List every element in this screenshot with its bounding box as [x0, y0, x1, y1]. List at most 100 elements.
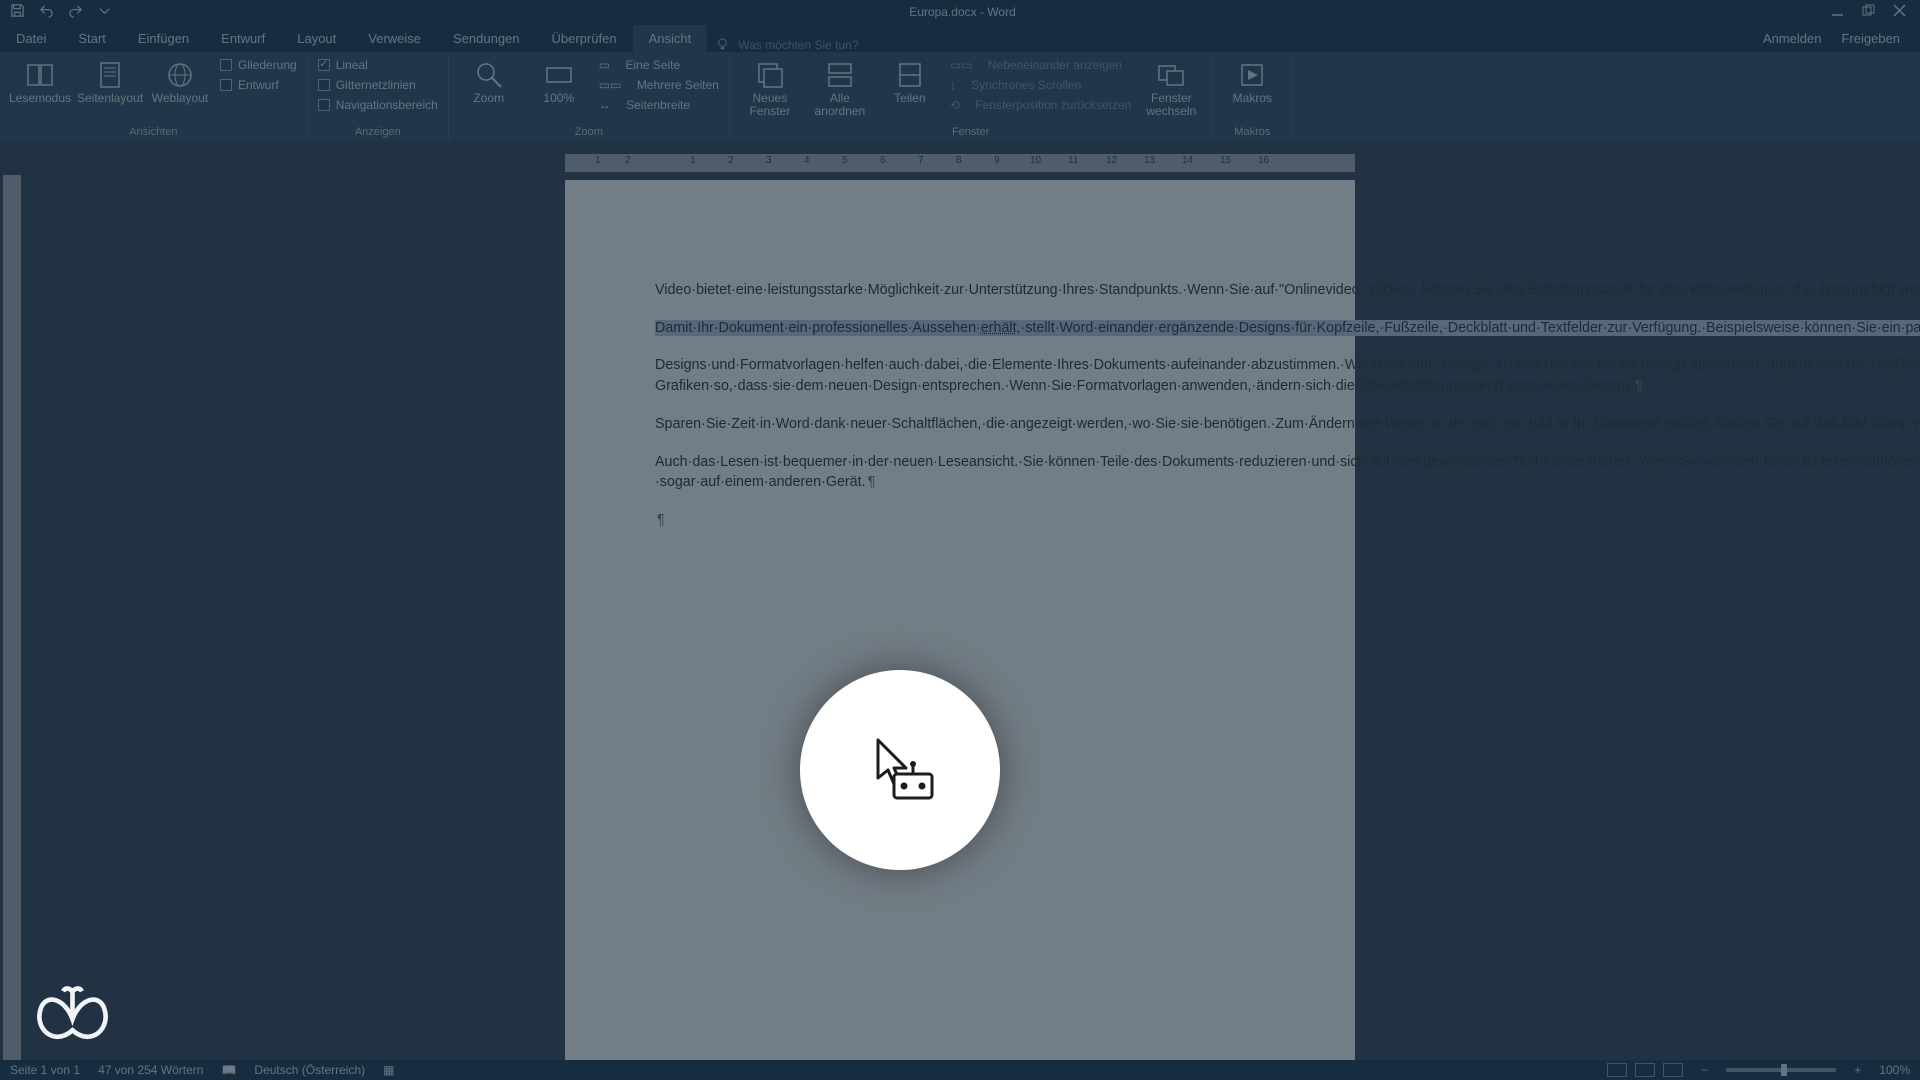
status-words[interactable]: 47 von 254 Wörtern: [98, 1063, 203, 1077]
group-zoom-label: Zoom: [459, 124, 719, 138]
group-views-label: Ansichten: [10, 124, 297, 138]
group-macros-label: Makros: [1222, 124, 1282, 138]
group-window-label: Fenster: [740, 124, 1201, 138]
multi-page-button[interactable]: ▭▭ Mehrere Seiten: [599, 76, 719, 94]
zoom-button[interactable]: Zoom: [459, 56, 519, 105]
view-print-icon[interactable]: [1635, 1063, 1655, 1077]
cursor-robot-icon: [860, 728, 940, 813]
new-window-icon: [755, 60, 785, 90]
restore-icon[interactable]: [1862, 4, 1875, 20]
horizontal-ruler[interactable]: 1 2 1 2 3 4 5 6 7 8 9 10 11 12 13 14 15 …: [565, 154, 1355, 172]
status-macro-icon[interactable]: ▦: [383, 1063, 394, 1077]
group-show-label: Anzeigen: [318, 124, 438, 138]
tab-layout[interactable]: Layout: [281, 25, 352, 52]
document-page[interactable]: Video·bietet·eine·leistungsstarke·Möglic…: [565, 180, 1355, 1060]
group-show: Lineal Gitternetzlinien Navigationsberei…: [308, 52, 449, 140]
switch-window-button[interactable]: Fenster wechseln: [1141, 56, 1201, 118]
one-page-icon: ▭: [599, 58, 610, 72]
web-layout-button[interactable]: Weblayout: [150, 56, 210, 105]
tab-einfuegen[interactable]: Einfügen: [122, 25, 205, 52]
hundred-icon: [544, 60, 574, 90]
print-layout-icon: [95, 60, 125, 90]
split-label: Teilen: [894, 92, 925, 105]
document-area: 1 2 1 2 3 4 5 6 7 8 9 10 11 12 13 14 15 …: [0, 140, 1920, 1060]
zoom-slider[interactable]: [1726, 1068, 1836, 1072]
magnifier-icon: [474, 60, 504, 90]
tell-me-input[interactable]: Was möchten Sie tun?: [738, 38, 938, 52]
multi-page-icon: ▭▭: [599, 78, 622, 92]
arrange-all-label: Alle anordnen: [810, 92, 870, 118]
ribbon-tabs: Datei Start Einfügen Entwurf Layout Verw…: [0, 24, 1920, 52]
tab-ueberpruefen[interactable]: Überprüfen: [536, 25, 633, 52]
view-read-icon[interactable]: [1607, 1063, 1627, 1077]
spotlight-overlay: [800, 670, 1000, 870]
zoom-out-icon[interactable]: −: [1701, 1063, 1708, 1077]
group-views: Lesemodus Seitenlayout Weblayout Glieder…: [0, 52, 308, 140]
qat-customize-icon[interactable]: [97, 3, 112, 21]
switch-window-icon: [1156, 60, 1186, 90]
redo-icon[interactable]: [68, 3, 83, 21]
close-icon[interactable]: [1893, 4, 1906, 20]
reset-pos-icon: ⟲: [950, 98, 960, 112]
print-layout-button[interactable]: Seitenlayout: [80, 56, 140, 105]
save-icon[interactable]: [10, 3, 25, 21]
tab-entwurf[interactable]: Entwurf: [205, 25, 281, 52]
read-mode-label: Lesemodus: [9, 92, 71, 105]
view-buttons: [1607, 1063, 1683, 1077]
outline-checkbox[interactable]: Gliederung: [220, 56, 297, 74]
status-page[interactable]: Seite 1 von 1: [10, 1063, 80, 1077]
web-layout-label: Weblayout: [152, 92, 208, 105]
paragraph-1[interactable]: Video·bietet·eine·leistungsstarke·Möglic…: [655, 280, 1265, 301]
page-width-button[interactable]: ↔ Seitenbreite: [599, 96, 719, 114]
ribbon: Lesemodus Seitenlayout Weblayout Glieder…: [0, 52, 1920, 140]
ribbon-display-options-icon[interactable]: [1803, 5, 1817, 19]
status-bar: Seite 1 von 1 47 von 254 Wörtern 📖 Deuts…: [0, 1060, 1920, 1080]
group-zoom: Zoom 100% ▭ Eine Seite ▭▭ Mehrere Seiten…: [449, 52, 730, 140]
gridlines-checkbox[interactable]: Gitternetzlinien: [318, 76, 438, 94]
quick-access-toolbar: [0, 3, 122, 21]
side-by-side-icon: ▭▭: [950, 58, 973, 72]
undo-icon[interactable]: [39, 3, 54, 21]
group-window: Neues Fenster Alle anordnen Teilen ▭▭ Ne…: [730, 52, 1212, 140]
navpane-checkbox[interactable]: Navigationsbereich: [318, 96, 438, 114]
tab-datei[interactable]: Datei: [0, 25, 62, 52]
zoom-100-button[interactable]: 100%: [529, 56, 589, 105]
paragraph-3[interactable]: Designs·und·Formatvorlagen·helfen·auch·d…: [655, 355, 1265, 396]
read-mode-button[interactable]: Lesemodus: [10, 56, 70, 105]
vertical-ruler[interactable]: [3, 175, 21, 1060]
zoom-100-label: 100%: [543, 92, 574, 105]
read-mode-icon: [25, 60, 55, 90]
macros-icon: [1237, 60, 1267, 90]
new-window-label: Neues Fenster: [740, 92, 800, 118]
macros-button[interactable]: Makros: [1222, 56, 1282, 105]
arrange-all-icon: [825, 60, 855, 90]
arrange-all-button[interactable]: Alle anordnen: [810, 56, 870, 118]
status-language[interactable]: Deutsch (Österreich): [254, 1063, 365, 1077]
split-button[interactable]: Teilen: [880, 56, 940, 105]
one-page-button[interactable]: ▭ Eine Seite: [599, 56, 719, 74]
share-button[interactable]: Freigeben: [1841, 31, 1900, 46]
paragraph-4[interactable]: Sparen·Sie·Zeit·in·Word·dank·neuer·Schal…: [655, 414, 1265, 435]
macros-label: Makros: [1233, 92, 1272, 105]
tab-ansicht[interactable]: Ansicht: [633, 25, 708, 52]
ruler-checkbox[interactable]: Lineal: [318, 56, 438, 74]
sync-scroll-icon: ↕: [950, 78, 956, 92]
tab-verweise[interactable]: Verweise: [352, 25, 437, 52]
split-icon: [895, 60, 925, 90]
status-spellcheck-icon[interactable]: 📖: [221, 1063, 236, 1077]
paragraph-empty[interactable]: [655, 510, 1265, 531]
sign-in-link[interactable]: Anmelden: [1763, 31, 1822, 46]
zoom-in-icon[interactable]: +: [1854, 1063, 1861, 1077]
tab-sendungen[interactable]: Sendungen: [437, 25, 536, 52]
view-web-icon[interactable]: [1663, 1063, 1683, 1077]
new-window-button[interactable]: Neues Fenster: [740, 56, 800, 118]
paragraph-5[interactable]: Auch·das·Lesen·ist·bequemer·in·der·neuen…: [655, 452, 1265, 493]
minimize-icon[interactable]: [1831, 4, 1844, 20]
tell-me-icon[interactable]: [715, 37, 730, 52]
page-width-icon: ↔: [599, 98, 611, 112]
zoom-value[interactable]: 100%: [1879, 1063, 1910, 1077]
print-layout-label: Seitenlayout: [77, 92, 143, 105]
tab-start[interactable]: Start: [62, 25, 121, 52]
paragraph-2[interactable]: Damit·Ihr·Dokument·ein·professionelles·A…: [655, 318, 1265, 339]
draft-checkbox[interactable]: Entwurf: [220, 76, 297, 94]
